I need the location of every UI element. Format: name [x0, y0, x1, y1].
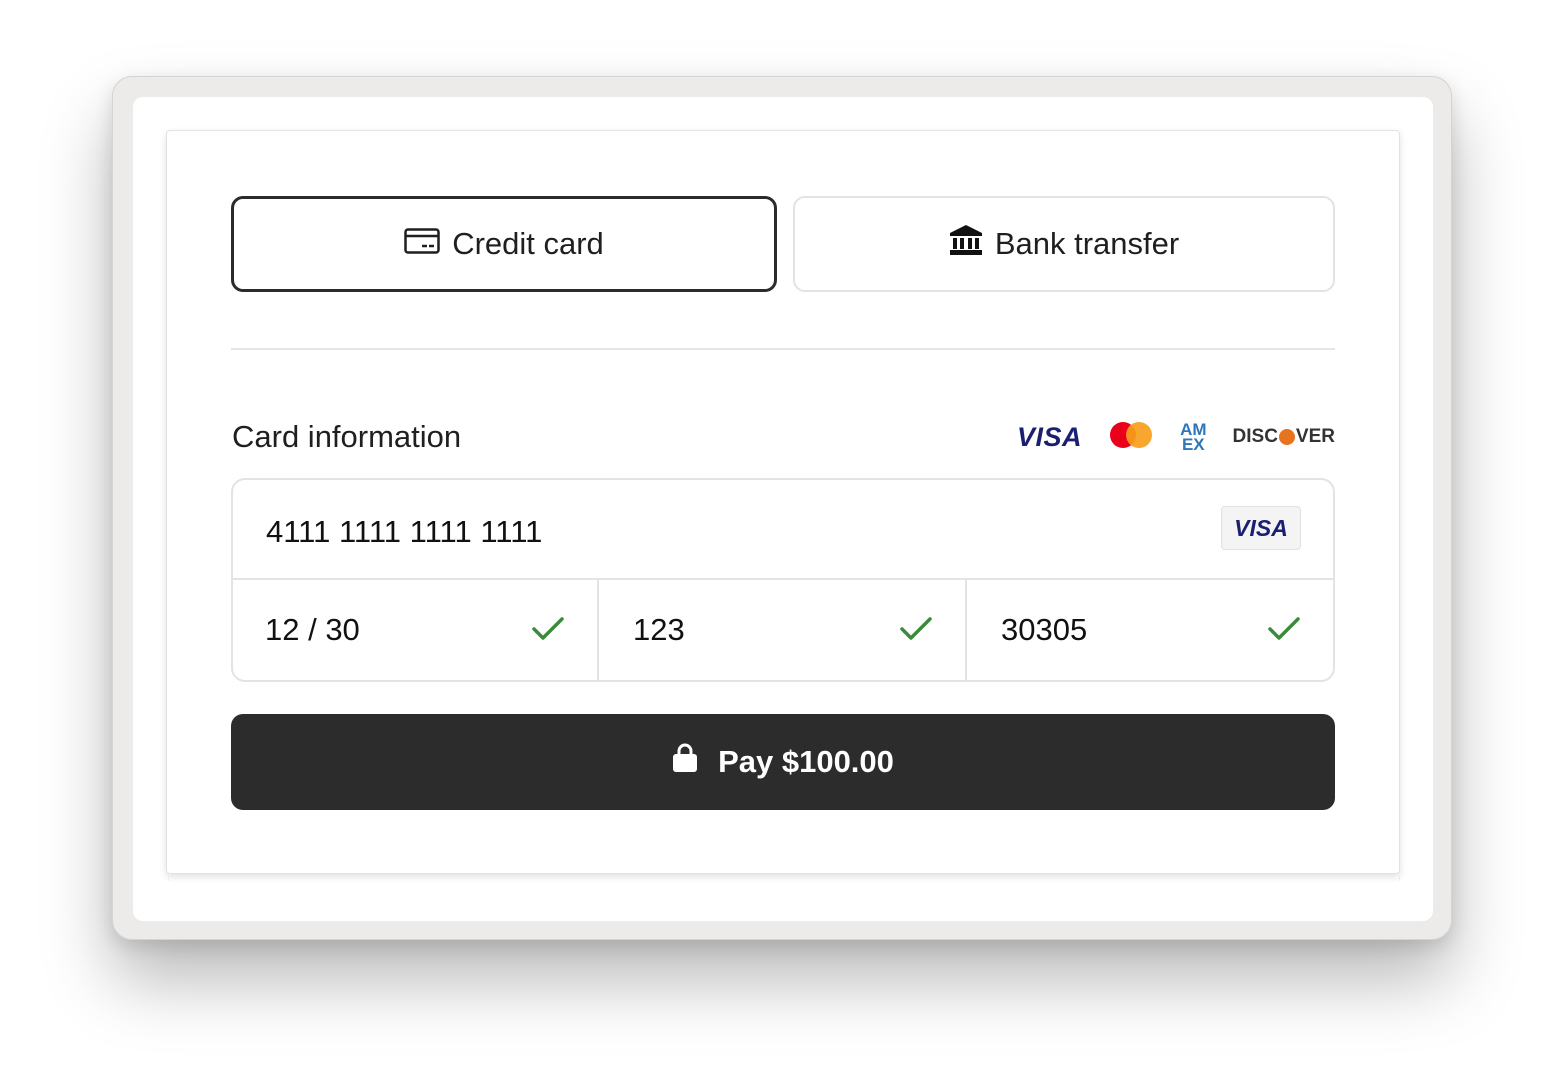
card-number-field[interactable]: 4111 1111 1111 1111 VISA	[233, 480, 1333, 580]
cvc-field[interactable]: 123	[599, 580, 967, 680]
lock-icon	[672, 743, 698, 781]
zip-value: 30305	[1001, 612, 1088, 647]
bank-icon	[949, 224, 983, 264]
pay-button-label: Pay $100.00	[718, 744, 894, 779]
divider	[231, 348, 1335, 350]
tab-credit-card[interactable]: Credit card	[231, 196, 777, 292]
zip-field[interactable]: 30305	[967, 580, 1333, 680]
card-fields: 4111 1111 1111 1111 VISA 12 / 30 123 303…	[231, 478, 1335, 682]
expiry-value: 12 / 30	[265, 612, 360, 647]
card-information-label: Card information	[232, 419, 462, 454]
amex-logo: AM EX	[1180, 420, 1207, 454]
expiry-field[interactable]: 12 / 30	[233, 580, 599, 680]
check-icon	[532, 617, 564, 640]
check-icon	[1268, 617, 1300, 640]
card-shadow-edge	[168, 875, 1400, 881]
tab-credit-card-label: Credit card	[452, 226, 604, 261]
tab-bank-transfer[interactable]: Bank transfer	[793, 196, 1335, 292]
browser-window: Credit card Bank transfer Card informati…	[112, 76, 1452, 940]
mastercard-logo	[1108, 420, 1154, 455]
payment-form: Credit card Bank transfer Card informati…	[166, 130, 1400, 874]
page-frame: Credit card Bank transfer Card informati…	[133, 97, 1433, 921]
detected-brand-badge: VISA	[1221, 506, 1301, 550]
accepted-brands: VISA AM EX DISC VER	[1017, 417, 1335, 457]
card-number-value: 4111 1111 1111 1111	[266, 514, 543, 549]
check-icon	[900, 617, 932, 640]
credit-card-icon	[404, 226, 440, 262]
visa-logo: VISA	[1017, 421, 1083, 452]
cvc-value: 123	[633, 612, 685, 647]
discover-logo: DISC VER	[1232, 426, 1335, 447]
tab-bank-transfer-label: Bank transfer	[994, 226, 1180, 261]
pay-button[interactable]: Pay $100.00	[231, 714, 1335, 810]
